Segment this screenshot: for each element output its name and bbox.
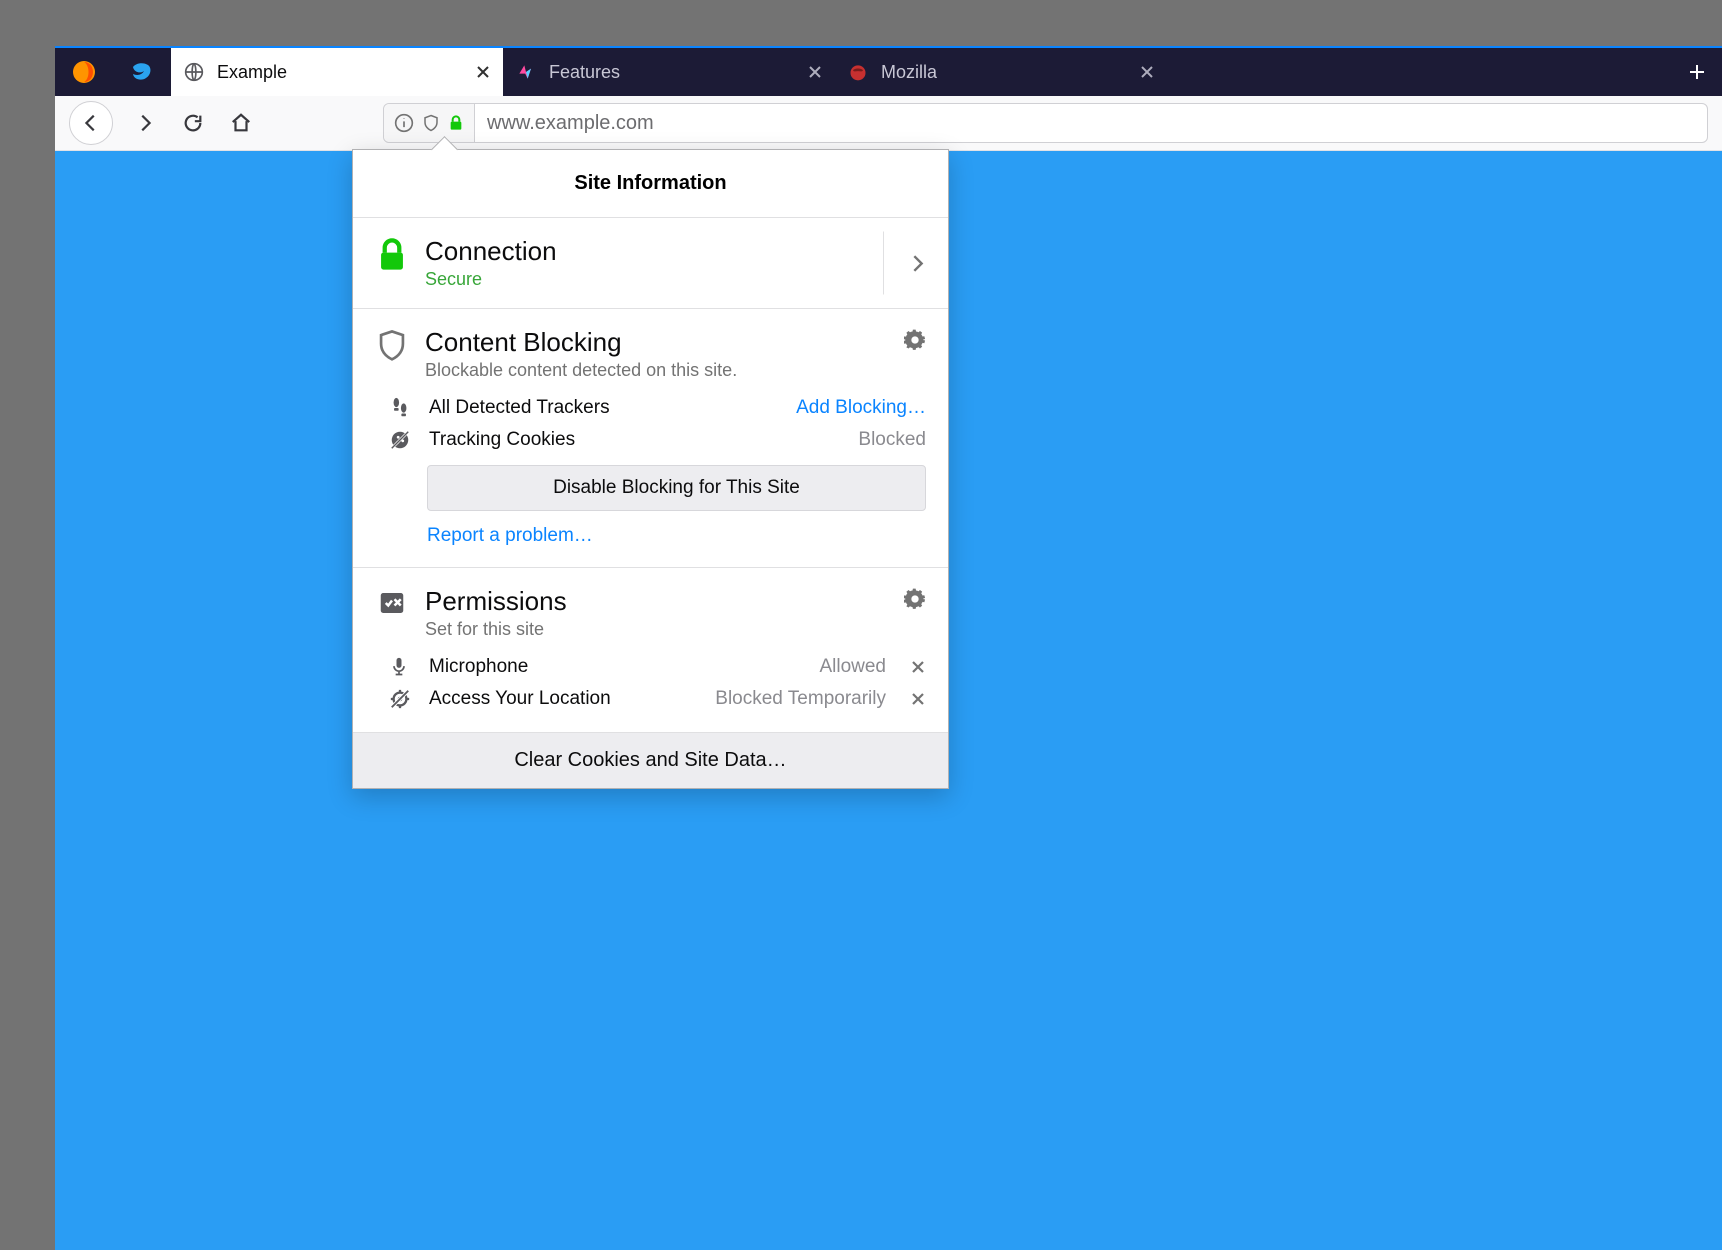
permissions-section: Permissions Set for this site Microphone… <box>353 567 948 732</box>
connection-status: Secure <box>425 269 926 290</box>
microphone-status: Allowed <box>819 656 886 678</box>
identity-box[interactable] <box>384 104 475 142</box>
chevron-right-icon[interactable] <box>883 232 926 295</box>
remove-permission-icon[interactable] <box>910 659 926 675</box>
cookies-row: Tracking Cookies Blocked <box>375 429 926 451</box>
report-problem-link[interactable]: Report a problem… <box>427 525 926 547</box>
new-tab-button[interactable] <box>1672 48 1722 96</box>
url-bar[interactable]: www.example.com <box>383 103 1708 143</box>
reload-button[interactable] <box>177 107 209 139</box>
site-info-doorhanger: Site Information Connection Secure <box>352 149 949 789</box>
trackers-label: All Detected Trackers <box>429 397 782 419</box>
doorhanger-title: Site Information <box>353 150 948 217</box>
permissions-title: Permissions <box>425 586 926 617</box>
globe-icon <box>183 61 205 83</box>
location-status: Blocked Temporarily <box>715 688 886 710</box>
pinned-tab-firefox[interactable] <box>55 48 113 96</box>
microphone-label: Microphone <box>429 656 805 678</box>
shield-icon <box>375 327 409 363</box>
gear-icon[interactable] <box>904 588 926 610</box>
pinned-tab-thunderbird[interactable] <box>113 48 171 96</box>
location-blocked-icon <box>389 688 415 710</box>
trackers-row: All Detected Trackers Add Blocking… <box>375 397 926 419</box>
tab-label: Mozilla <box>881 62 1127 83</box>
tab-mozilla[interactable]: Mozilla <box>835 48 1167 96</box>
tab-label: Features <box>549 62 795 83</box>
remove-permission-icon[interactable] <box>910 691 926 707</box>
url-text: www.example.com <box>475 112 654 135</box>
clear-cookies-button[interactable]: Clear Cookies and Site Data… <box>353 732 948 788</box>
lock-icon <box>375 236 409 272</box>
tab-example[interactable]: Example <box>171 48 503 96</box>
location-row: Access Your Location Blocked Temporarily <box>375 688 926 710</box>
tab-features[interactable]: Features <box>503 48 835 96</box>
gear-icon[interactable] <box>904 329 926 351</box>
footprints-icon <box>389 397 415 419</box>
connection-title: Connection <box>425 236 926 267</box>
content-blocking-subtitle: Blockable content detected on this site. <box>425 360 926 381</box>
permissions-icon <box>375 586 409 618</box>
connection-section[interactable]: Connection Secure <box>353 217 948 308</box>
browser-window: Example Features Mozilla <box>55 46 1722 1250</box>
back-button[interactable] <box>69 101 113 145</box>
cookies-status: Blocked <box>858 429 926 451</box>
add-blocking-link[interactable]: Add Blocking… <box>796 397 926 419</box>
close-icon[interactable] <box>807 64 823 80</box>
info-icon <box>394 113 414 133</box>
forward-button[interactable] <box>129 107 161 139</box>
tab-label: Example <box>217 62 463 83</box>
microphone-row: Microphone Allowed <box>375 656 926 678</box>
content-blocking-section: Content Blocking Blockable content detec… <box>353 308 948 567</box>
content-blocking-title: Content Blocking <box>425 327 926 358</box>
tab-strip: Example Features Mozilla <box>55 48 1722 96</box>
microphone-icon <box>389 656 415 678</box>
close-icon[interactable] <box>1139 64 1155 80</box>
nav-toolbar: www.example.com <box>55 96 1722 151</box>
home-button[interactable] <box>225 107 257 139</box>
permissions-subtitle: Set for this site <box>425 619 926 640</box>
location-label: Access Your Location <box>429 688 701 710</box>
lock-icon <box>448 114 464 132</box>
features-icon <box>515 61 537 83</box>
shield-icon <box>422 113 440 133</box>
cookies-label: Tracking Cookies <box>429 429 844 451</box>
cookie-blocked-icon <box>389 429 415 451</box>
disable-blocking-button[interactable]: Disable Blocking for This Site <box>427 465 926 511</box>
mozilla-icon <box>847 61 869 83</box>
close-icon[interactable] <box>475 64 491 80</box>
